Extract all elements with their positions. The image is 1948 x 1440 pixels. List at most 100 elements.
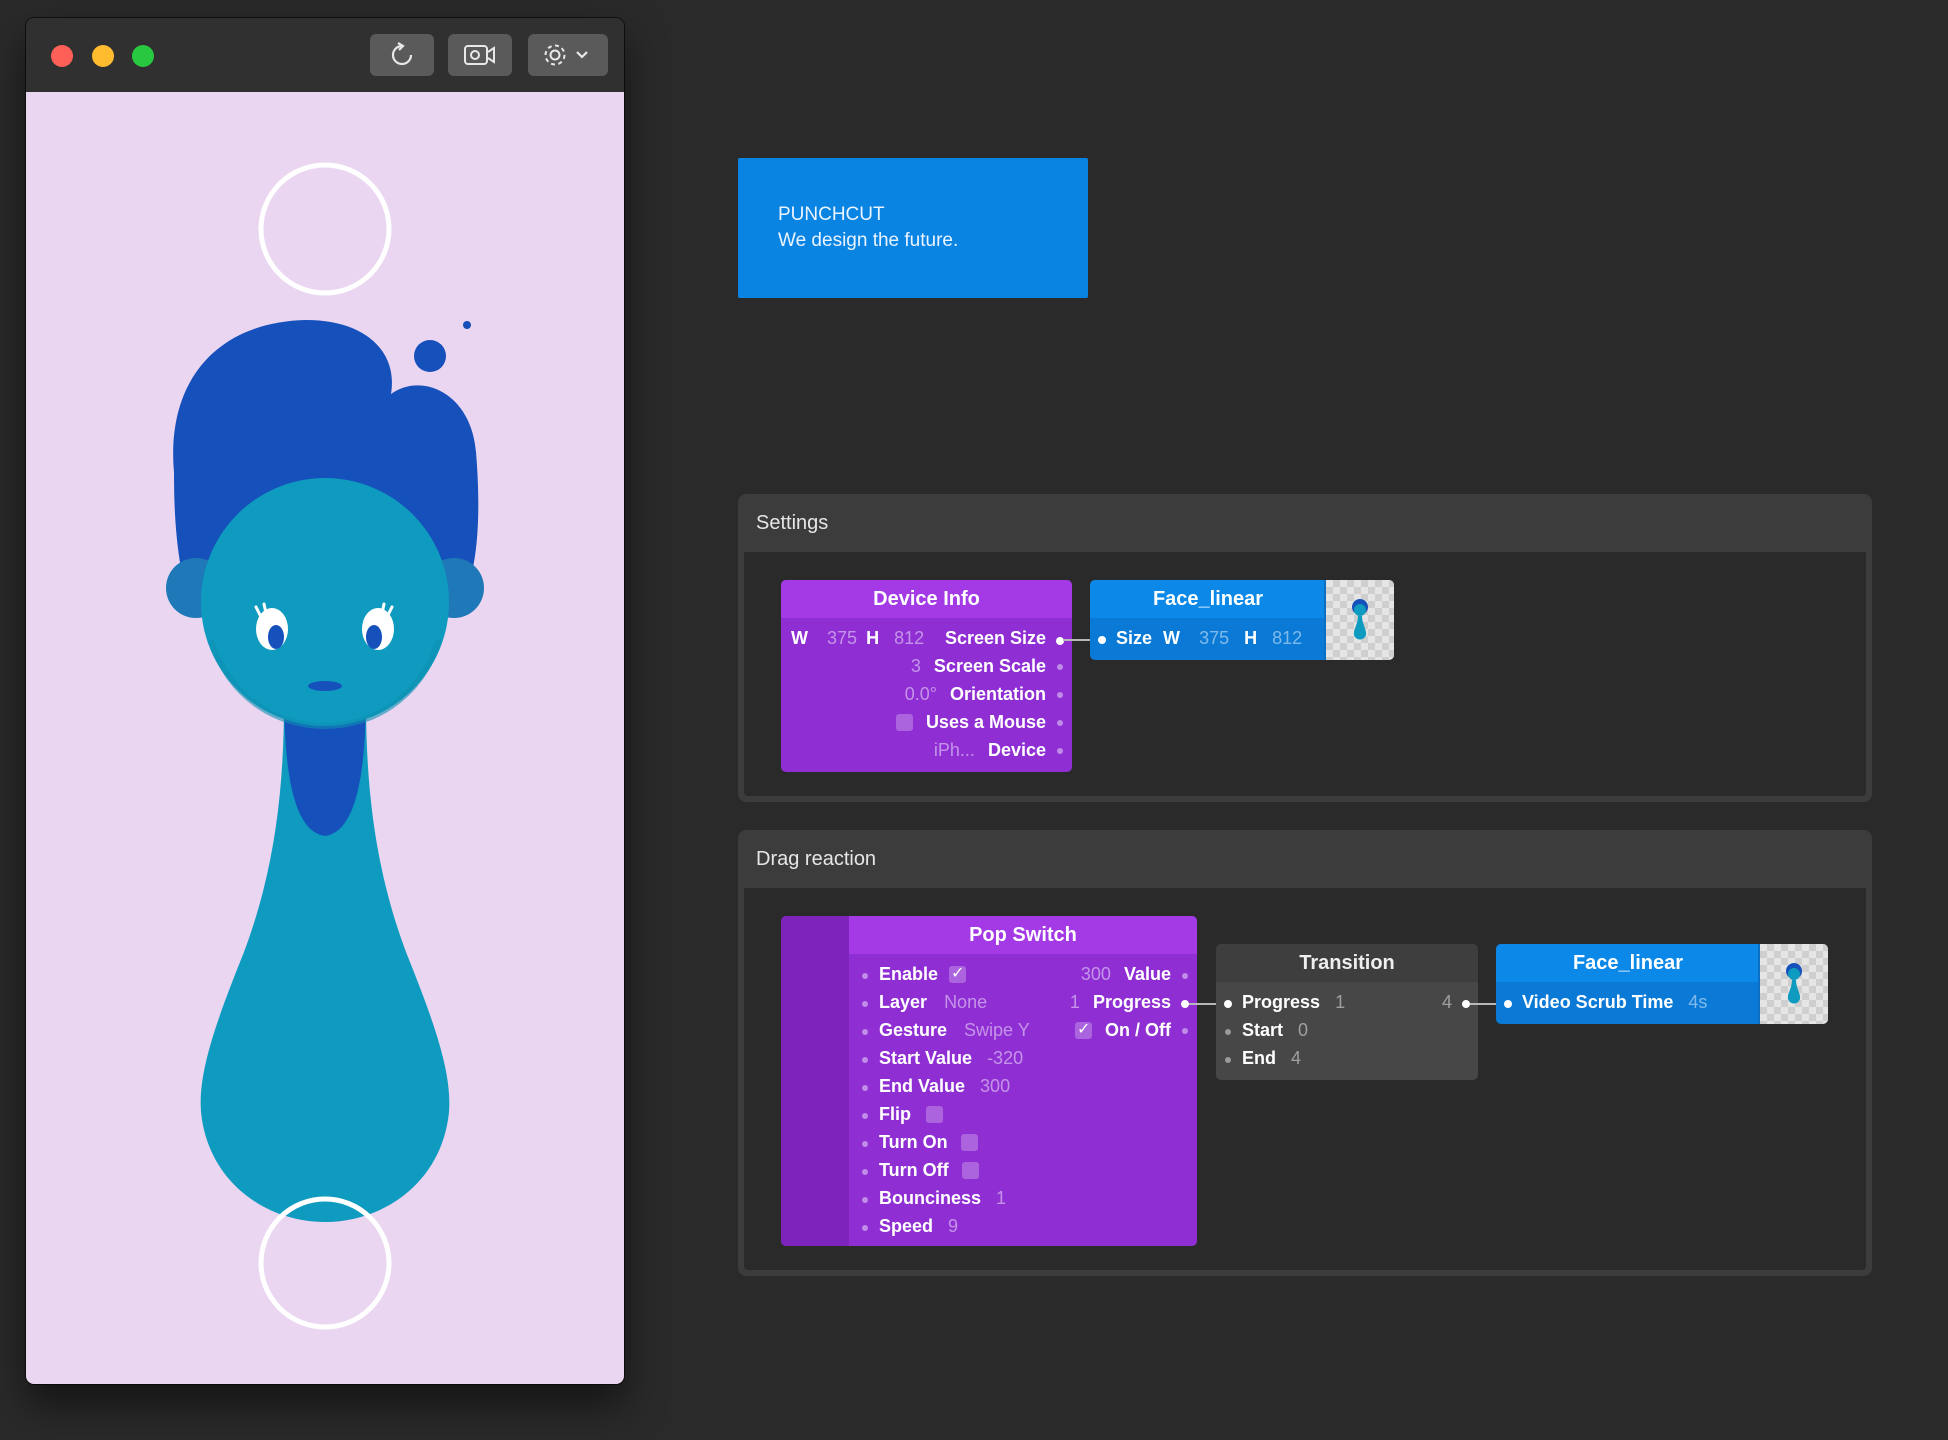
input-label: Bounciness: [879, 1188, 982, 1208]
speed-row: Speed 9: [879, 1213, 958, 1239]
output-label: Orientation: [949, 684, 1046, 704]
h-value: 812: [894, 628, 925, 648]
end-value[interactable]: 4: [1291, 1048, 1301, 1068]
orientation-output-port[interactable]: [1057, 692, 1063, 698]
flip-checkbox[interactable]: [926, 1106, 944, 1123]
video-scrub-input-port[interactable]: [1504, 1000, 1512, 1008]
group-title: Drag reaction: [756, 848, 877, 870]
input-label: Speed: [879, 1216, 934, 1236]
screen-size-row: W 375 H 812: [791, 625, 924, 651]
start-input-port[interactable]: [1225, 1029, 1231, 1035]
enable-input-port[interactable]: [862, 973, 868, 979]
input-label: End: [1242, 1048, 1276, 1068]
bounciness-row: Bounciness 1: [879, 1185, 1006, 1211]
flip-input-port[interactable]: [862, 1113, 868, 1119]
screen-size-output-label: Screen Size: [945, 625, 1046, 651]
turn-on-checkbox[interactable]: [960, 1134, 978, 1151]
close-window-button[interactable]: [51, 45, 73, 67]
turn-off-input-port[interactable]: [862, 1169, 868, 1175]
h-label: H: [866, 628, 880, 648]
input-label: Start: [1242, 1020, 1284, 1040]
minimize-window-button[interactable]: [92, 45, 114, 67]
speed-input-port[interactable]: [862, 1225, 868, 1231]
character-illustration: [166, 162, 484, 1330]
transition-output-port[interactable]: [1462, 1000, 1470, 1008]
patch-drag-handle[interactable]: [781, 916, 849, 1246]
start-row: Start 0: [1242, 1017, 1308, 1043]
layer-input-port[interactable]: [862, 1001, 868, 1007]
turn-off-checkbox[interactable]: [961, 1162, 979, 1179]
gear-menu-graphic: [544, 44, 588, 66]
value-output-port[interactable]: [1182, 973, 1188, 979]
video-scrub-row: Video Scrub Time 4s: [1522, 989, 1707, 1015]
output-label: Screen Scale: [933, 656, 1046, 676]
h-value: 812: [1272, 628, 1303, 648]
input-label: Layer: [879, 992, 928, 1012]
patch-title: Pop Switch: [849, 916, 1197, 954]
layer-thumbnail: [1758, 944, 1828, 1024]
layer-row: Layer None: [879, 989, 987, 1015]
gesture-row: Gesture Swipe Y: [879, 1017, 1030, 1043]
end-value-value[interactable]: 300: [980, 1076, 1010, 1096]
transition-output-row: 4: [1442, 989, 1452, 1015]
uses-mouse-row: Uses a Mouse: [895, 709, 1046, 735]
input-label: Start Value: [879, 1048, 973, 1068]
zoom-window-button[interactable]: [132, 45, 154, 67]
start-value-input-port[interactable]: [862, 1057, 868, 1063]
group-title: Settings: [756, 512, 829, 534]
face-linear-layer-patch[interactable]: Face_linear Size W 375 H 812: [1090, 580, 1394, 660]
input-label: Turn Off: [879, 1160, 949, 1180]
uses-mouse-output-port[interactable]: [1057, 720, 1063, 726]
gear-icon: [544, 44, 566, 66]
comment-line-tagline: We design the future.: [778, 230, 959, 251]
device-value: iPh...: [933, 740, 975, 760]
screen-scale-row: 3 Screen Scale: [911, 653, 1046, 679]
refresh-button[interactable]: [370, 34, 434, 76]
progress-input-port[interactable]: [1224, 1000, 1232, 1008]
speed-value[interactable]: 9: [948, 1216, 958, 1236]
viewer-titlebar: [26, 18, 624, 93]
enable-checkbox[interactable]: [949, 961, 967, 987]
input-label: Video Scrub Time: [1522, 992, 1674, 1012]
start-value[interactable]: 0: [1298, 1020, 1308, 1040]
layer-value[interactable]: None: [944, 992, 987, 1012]
input-label: Size: [1116, 628, 1153, 648]
w-label: W: [1163, 628, 1181, 648]
progress-value[interactable]: 1: [1335, 992, 1345, 1012]
output-value: 300: [1080, 964, 1111, 984]
start-value-row: Start Value -320: [879, 1045, 1023, 1071]
orientation-row: 0.0° Orientation: [905, 681, 1046, 707]
turn-on-row: Turn On: [879, 1129, 978, 1155]
refresh-icon: [391, 42, 413, 66]
prototype-canvas[interactable]: [26, 92, 624, 1384]
top-target-ring: [258, 162, 392, 296]
video-record-icon: [464, 45, 495, 65]
face-linear-video-patch[interactable]: Face_linear Video Scrub Time 4s: [1496, 944, 1828, 1024]
end-input-port[interactable]: [1225, 1057, 1231, 1063]
device-output-port[interactable]: [1057, 748, 1063, 754]
video-scrub-value[interactable]: 4s: [1688, 992, 1707, 1012]
bounciness-value[interactable]: 1: [996, 1188, 1006, 1208]
comment-note[interactable]: PUNCHCUT We design the future.: [738, 158, 1088, 298]
settings-menu-button[interactable]: [528, 34, 608, 76]
device-info-patch[interactable]: Device Info W 375 H 812 Screen Size 3 Sc…: [781, 580, 1072, 772]
screen-scale-output-port[interactable]: [1057, 664, 1063, 670]
start-value-value[interactable]: -320: [987, 1048, 1023, 1068]
gesture-value[interactable]: Swipe Y: [964, 1020, 1030, 1040]
transition-patch[interactable]: Transition Progress 1 Start 0 End 4 4: [1216, 944, 1478, 1080]
input-label: End Value: [879, 1076, 966, 1096]
turn-on-input-port[interactable]: [862, 1141, 868, 1147]
uses-mouse-checkbox[interactable]: [895, 714, 913, 731]
onoff-output-port[interactable]: [1182, 1028, 1188, 1034]
gesture-input-port[interactable]: [862, 1029, 868, 1035]
turn-off-row: Turn Off: [879, 1157, 979, 1183]
size-input-port[interactable]: [1098, 636, 1106, 644]
bounciness-input-port[interactable]: [862, 1197, 868, 1203]
record-button[interactable]: [448, 34, 512, 76]
pop-switch-patch[interactable]: Pop Switch Enable Layer None Gesture Swi…: [781, 916, 1197, 1246]
end-value-input-port[interactable]: [862, 1085, 868, 1091]
w-value: 375: [1199, 628, 1230, 648]
output-label: Value: [1123, 964, 1171, 984]
progress-output-port[interactable]: [1181, 1000, 1189, 1008]
character-thumbnail-icon: [1352, 599, 1368, 640]
